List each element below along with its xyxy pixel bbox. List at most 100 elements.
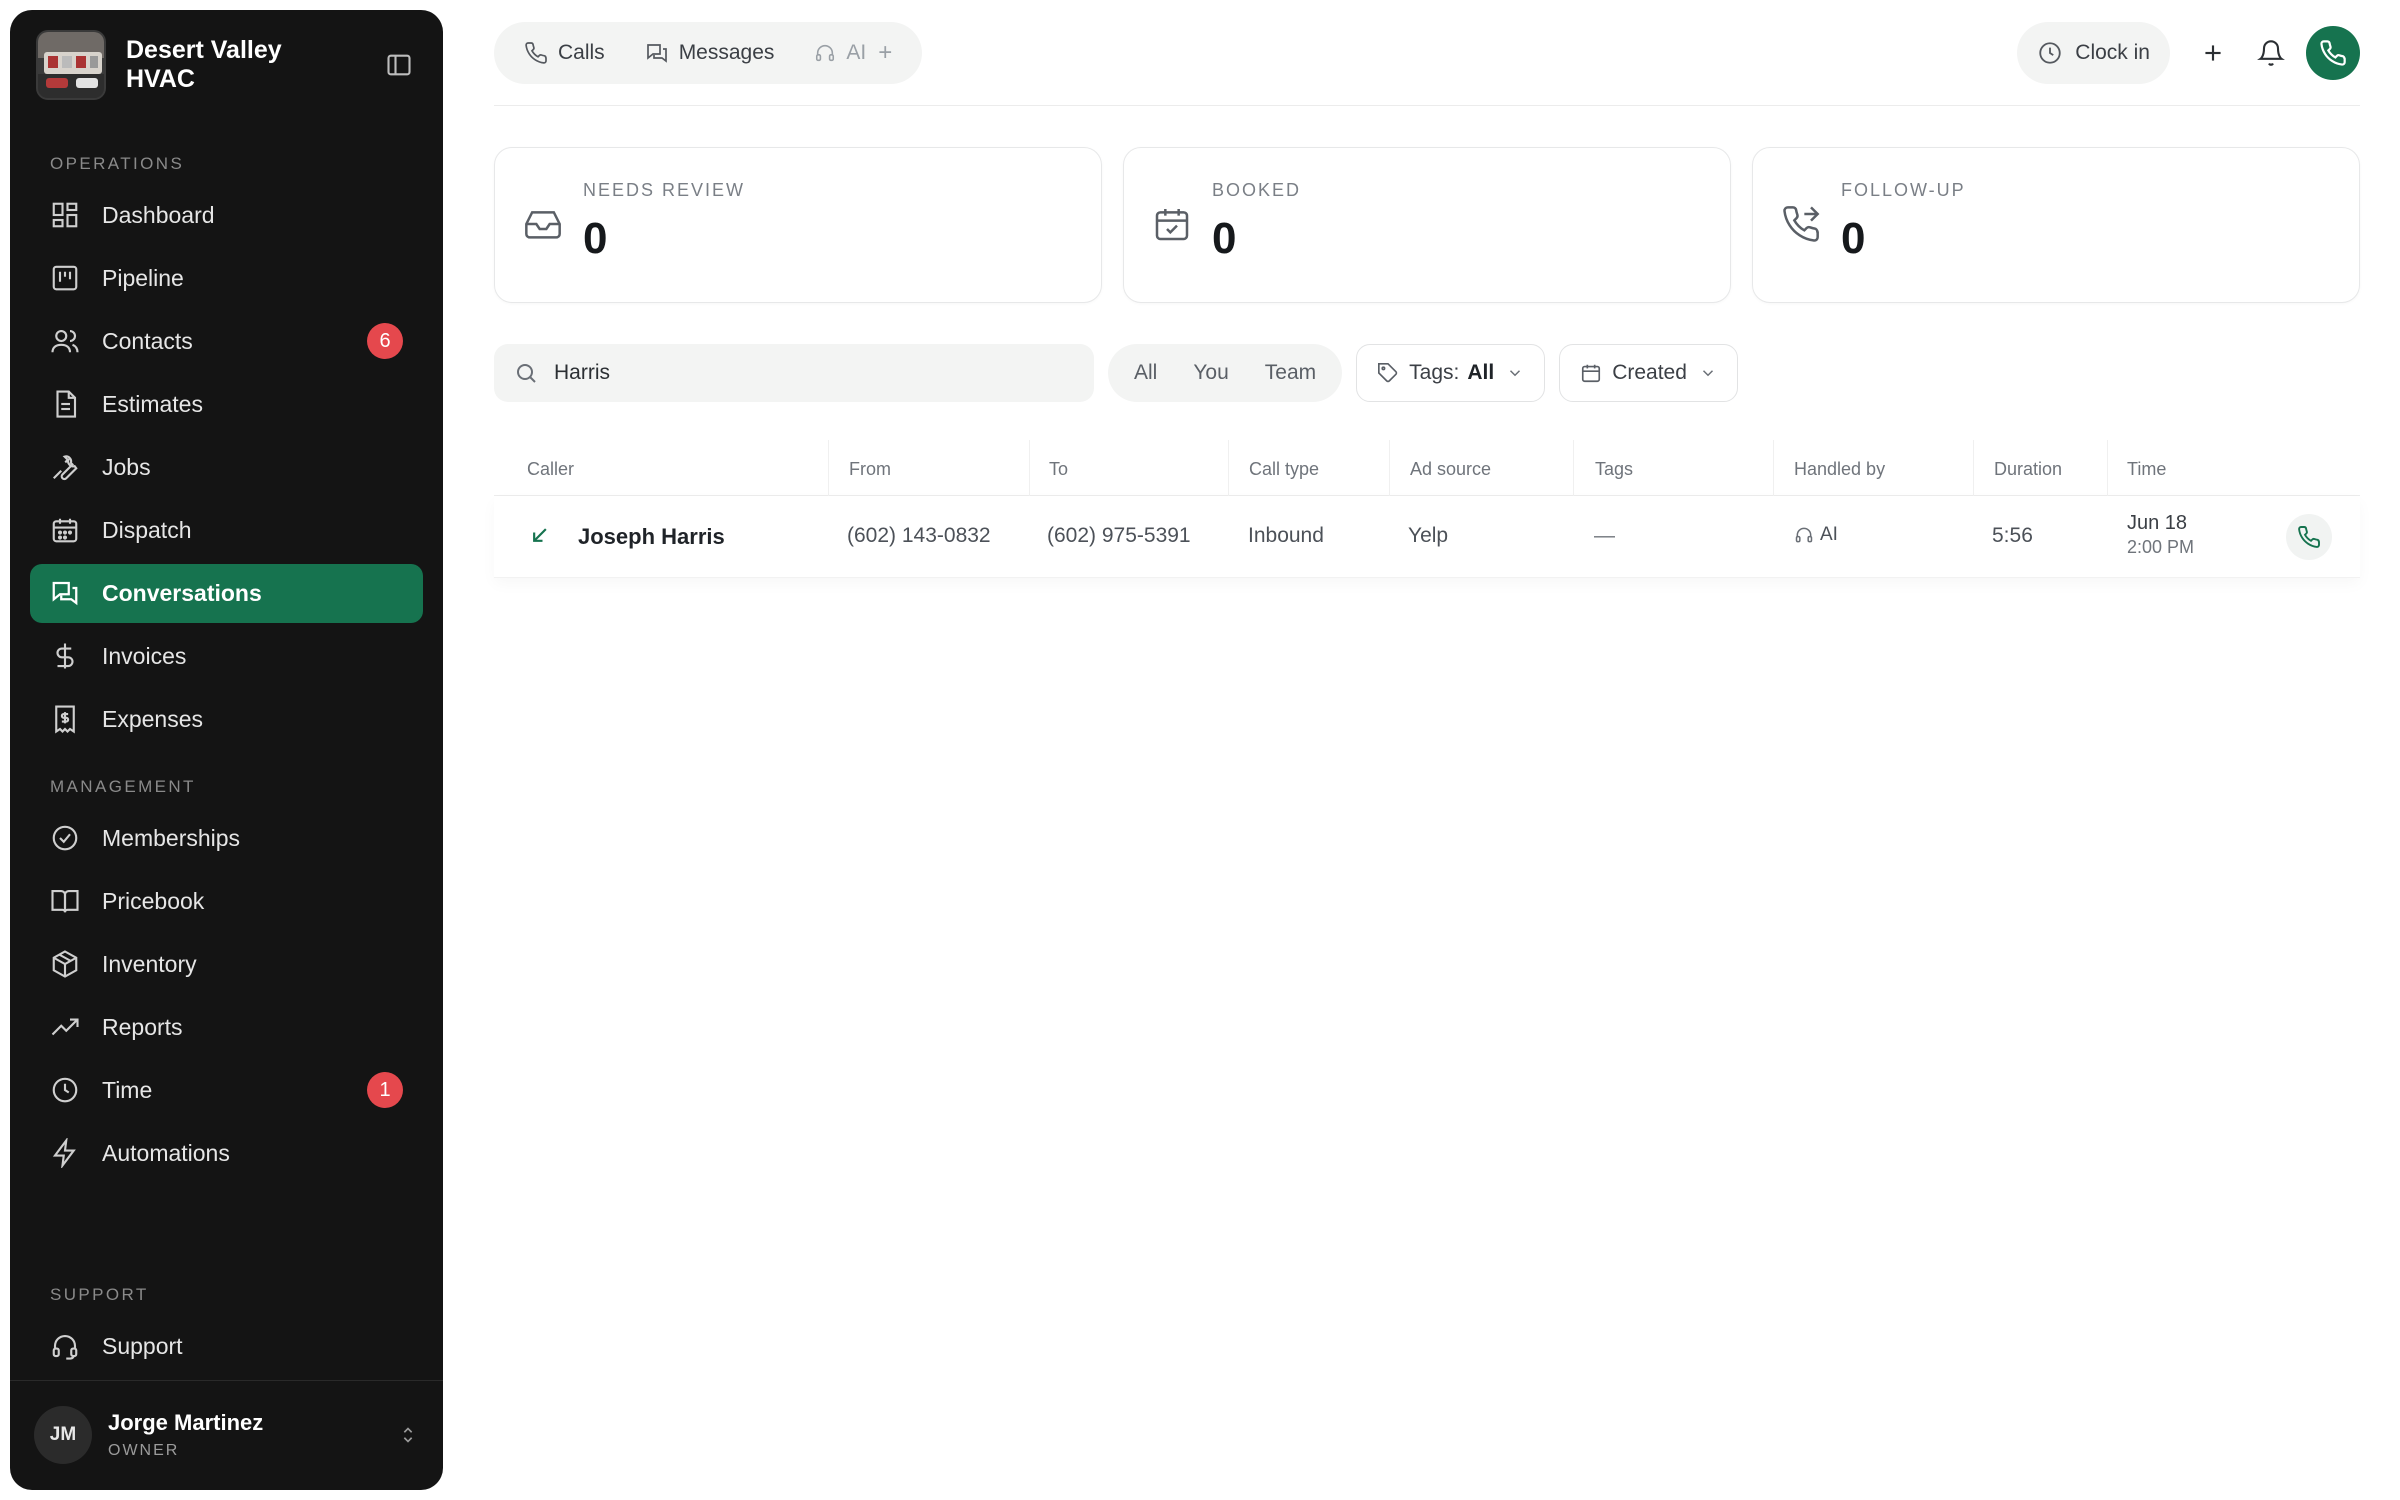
caller-name[interactable]: Joseph Harris [578, 524, 725, 550]
nav-operations: Dashboard Pipeline Contacts 6 Estimates … [10, 186, 443, 753]
calendar-check-icon [1152, 204, 1192, 244]
sort-dropdown[interactable]: Created [1559, 344, 1738, 402]
contacts-icon [50, 326, 80, 356]
owner-filter: All You Team [1108, 344, 1343, 402]
sidebar-item-pricebook[interactable]: Pricebook [30, 872, 423, 931]
ad-source: Yelp [1408, 524, 1449, 547]
sidebar-item-label: Jobs [102, 453, 151, 480]
tags-value: All [1467, 361, 1495, 384]
column-header-from[interactable]: From [849, 459, 891, 480]
stat-value: 0 [583, 214, 608, 263]
brand-name: Desert Valley HVAC [126, 35, 282, 93]
sidebar-item-time[interactable]: Time 1 [30, 1061, 423, 1120]
sidebar-item-label: Contacts [102, 327, 193, 354]
table-header: Caller From To Call type Ad source Tags … [494, 440, 2360, 496]
tab-label: AI [846, 41, 867, 64]
headset-icon [816, 44, 835, 62]
to-number: (602) 975-5391 [1047, 524, 1191, 547]
filter-team[interactable]: Team [1247, 344, 1334, 402]
table-row[interactable]: Joseph Harris (602) 143-0832 (602) 975-5… [494, 496, 2360, 578]
column-header-to[interactable]: To [1049, 459, 1068, 480]
user-role: OWNER [108, 1442, 180, 1460]
column-header-caller[interactable]: Caller [527, 459, 574, 480]
sidebar-item-dashboard[interactable]: Dashboard [30, 186, 423, 245]
sidebar: Desert Valley HVAC OPERATIONS Dashboard … [10, 10, 443, 1490]
chevron-up-down-icon[interactable] [397, 1424, 419, 1446]
tab-label: Messages [678, 41, 775, 64]
phone-call-button[interactable] [2306, 26, 2360, 80]
sidebar-item-inventory[interactable]: Inventory [30, 935, 423, 994]
search-input[interactable] [554, 361, 1054, 385]
sidebar-item-jobs[interactable]: Jobs [30, 438, 423, 497]
sidebar-item-contacts[interactable]: Contacts 6 [30, 312, 423, 371]
handled-by-label: AI [1820, 524, 1838, 545]
tab-calls[interactable]: Calls [504, 22, 625, 84]
sidebar-item-reports[interactable]: Reports [30, 998, 423, 1057]
clock-in-label: Clock in [2075, 41, 2150, 64]
user-info: Jorge Martinez OWNER [108, 1410, 263, 1460]
section-label-support: SUPPORT [50, 1284, 149, 1304]
receipt-icon [50, 704, 80, 734]
nav-management: Memberships Pricebook Inventory Reports … [10, 809, 443, 1187]
sidebar-item-automations[interactable]: Automations [30, 1124, 423, 1183]
sidebar-toggle-icon[interactable] [379, 45, 419, 85]
conversations-icon [50, 578, 80, 608]
tags-dropdown[interactable]: Tags: All [1356, 344, 1546, 402]
calendar-icon [50, 515, 80, 545]
chevron-down-icon [1702, 370, 1713, 377]
chevron-down-icon [1510, 370, 1521, 377]
sidebar-item-dispatch[interactable]: Dispatch [30, 501, 423, 560]
sidebar-item-label: Dispatch [102, 516, 192, 543]
time-cell: Jun 18 2:00 PM [2127, 512, 2194, 558]
stat-label: BOOKED [1212, 180, 1302, 200]
sidebar-item-label: Automations [102, 1139, 230, 1166]
sidebar-item-memberships[interactable]: Memberships [30, 809, 423, 868]
clock-icon [50, 1075, 80, 1105]
column-header-tags[interactable]: Tags [1595, 459, 1633, 480]
column-divider [1389, 440, 1390, 496]
sidebar-item-invoices[interactable]: Invoices [30, 627, 423, 686]
stat-value: 0 [1212, 214, 1237, 263]
user-card[interactable]: JM Jorge Martinez OWNER [10, 1379, 443, 1490]
clock-icon [2039, 42, 2061, 64]
column-header-duration[interactable]: Duration [1994, 459, 2062, 480]
sidebar-item-label: Expenses [102, 705, 204, 732]
sidebar-item-label: Reports [102, 1013, 183, 1040]
tab-ai[interactable]: AI + [794, 22, 912, 84]
sidebar-item-label: Estimates [102, 390, 203, 417]
sidebar-item-estimates[interactable]: Estimates [30, 375, 423, 434]
phone-forward-icon [1781, 204, 1821, 244]
stat-label: NEEDS REVIEW [583, 180, 746, 200]
sidebar-item-label: Conversations [102, 579, 262, 606]
bell-icon[interactable] [2242, 24, 2300, 82]
filter-all[interactable]: All [1116, 344, 1175, 402]
sidebar-item-expenses[interactable]: Expenses [30, 690, 423, 749]
column-header-ad-source[interactable]: Ad source [1410, 459, 1491, 480]
trend-icon [50, 1012, 80, 1042]
sidebar-item-conversations[interactable]: Conversations [30, 563, 423, 623]
sidebar-item-pipeline[interactable]: Pipeline [30, 249, 423, 308]
call-back-button[interactable] [2286, 514, 2332, 560]
stat-follow-up[interactable]: FOLLOW-UP 0 [1752, 147, 2360, 303]
add-icon[interactable] [2184, 24, 2242, 82]
section-label-management: MANAGEMENT [50, 776, 196, 796]
add-tab-icon[interactable]: + [878, 39, 892, 67]
inbox-icon [523, 204, 563, 244]
column-divider [1228, 440, 1229, 496]
column-divider [1573, 440, 1574, 496]
tab-messages[interactable]: Messages [625, 22, 795, 84]
sidebar-item-label: Pipeline [102, 264, 184, 291]
channel-tabs: Calls Messages AI + [494, 22, 923, 84]
column-header-handled-by[interactable]: Handled by [1794, 459, 1885, 480]
column-header-time[interactable]: Time [2127, 459, 2166, 480]
column-divider [1029, 440, 1030, 496]
sidebar-item-label: Pricebook [102, 887, 205, 914]
search-box[interactable] [494, 344, 1094, 402]
stat-needs-review[interactable]: NEEDS REVIEW 0 [494, 147, 1102, 303]
phone-icon [525, 42, 547, 64]
filter-you[interactable]: You [1175, 344, 1246, 402]
stat-booked[interactable]: BOOKED 0 [1123, 147, 1731, 303]
clock-in-button[interactable]: Clock in [2017, 22, 2170, 84]
sidebar-item-support[interactable]: Support [30, 1317, 423, 1376]
column-header-call-type[interactable]: Call type [1249, 459, 1319, 480]
